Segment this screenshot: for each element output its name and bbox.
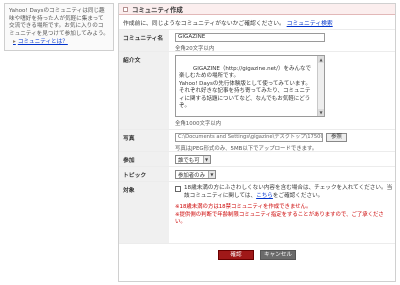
chevron-down-icon: ▼ [207,171,215,178]
title-bullet-icon [123,6,128,12]
cancel-button[interactable]: キャンセル [260,249,296,260]
sidebar: Yahoo! Daysのコミュニティは同じ趣味や嗜好を持った人が気軽に集まって交… [4,3,114,51]
page-title: コミュニティ作成 [132,5,183,14]
panel-titlebar: コミュニティ作成 [119,4,395,15]
checkbox-text-3: をご確認ください。 [272,192,324,199]
target-label: 対象 [119,182,169,243]
intro-message: 作成前に、同じようなコミュニティがないかご確認ください。 [123,21,285,27]
participation-selected: 誰でも可 [178,157,200,164]
participation-select[interactable]: 誰でも可 ▼ [175,155,211,164]
description-note: 全角1000文字以内 [175,121,222,127]
target-row: 対象 18歳未満の方にふさわしくない内容を含む場合は、チェックを入れてください。… [119,181,395,243]
topic-select[interactable]: 参加者のみ ▼ [175,170,216,179]
chevron-down-icon: ▼ [202,156,210,163]
name-row: コミュニティ名 GIGAZINE 全角20文字以内 [119,29,395,52]
photo-label: 写真 [119,130,169,151]
adult-content-checkbox[interactable] [175,186,181,192]
warning-under-18: ※18歳未満の方は18禁コミュニティを作成できません。 [175,204,312,211]
participation-label: 参加 [119,152,169,166]
checkbox-text: 18歳未満の方にふさわしくない内容を含む場合は、チェックを入れてください。 [184,185,387,191]
create-community-panel: コミュニティ作成 作成前に、同じようなコミュニティがないかご確認ください。 コミ… [118,3,396,282]
details-link[interactable]: こちら [256,193,273,199]
description-textarea[interactable]: GIGAZINE（http://gigazine.net/）をみんなで楽しむため… [175,55,325,117]
scroll-down-icon[interactable]: ▼ [318,109,324,116]
topic-selected: 参加者のみ [178,172,205,179]
community-search-link[interactable]: コミュニティ検索 [287,21,333,27]
photo-row: 写真 C:\Documents and Settings\gigazine\デス… [119,129,395,152]
description-row: 紹介文 GIGAZINE（http://gigazine.net/）をみんなで楽… [119,51,395,129]
description-label: 紹介文 [119,52,169,129]
action-buttons: 確認 キャンセル [119,243,395,265]
warning-age-restriction: ※提供側の判断で年齢制限コミュニティ指定をすることがありますので、ご了承ください… [175,211,384,226]
adult-content-text: 18歳未満の方にふさわしくない内容を含む場合は、チェックを入れてください。当該コ… [184,185,393,200]
confirm-button[interactable]: 確認 [218,249,254,260]
name-label: コミュニティ名 [119,30,169,51]
topic-row: トピック 参加者のみ ▼ [119,166,395,181]
photo-file-input[interactable]: C:\Documents and Settings\gigazine\デスクトッ… [175,133,323,142]
topic-label: トピック [119,167,169,181]
description-text: GIGAZINE（http://gigazine.net/）をみんなで楽しむため… [179,65,312,110]
scroll-up-icon[interactable]: ▲ [318,56,324,63]
browse-button[interactable]: 参照 [326,133,347,142]
community-name-input[interactable]: GIGAZINE [175,33,325,42]
about-community-link[interactable]: コミュニティとは？ [9,39,109,47]
participation-row: 参加 誰でも可 ▼ [119,151,395,166]
intro-text: 作成前に、同じようなコミュニティがないかご確認ください。 コミュニティ検索 [119,15,395,29]
sidebar-description: Yahoo! Daysのコミュニティは同じ趣味や嗜好を持った人が気軽に集まって交… [9,8,109,37]
description-scrollbar[interactable]: ▲ ▼ [317,56,324,116]
